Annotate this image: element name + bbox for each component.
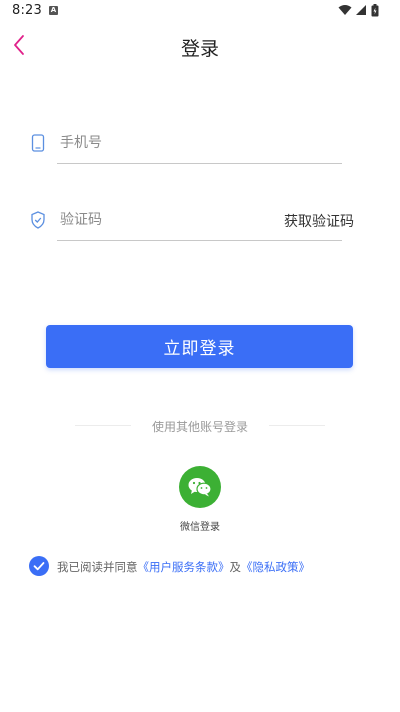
- page-title: 登录: [180, 38, 219, 60]
- other-login-label: 使用其他账号登录: [151, 420, 248, 434]
- agreement-prefix: 我已阅读并同意: [57, 560, 138, 574]
- phone-icon: [31, 134, 45, 152]
- phone-input[interactable]: [60, 130, 260, 156]
- agreement-conjunction: 及: [229, 560, 242, 574]
- divider-right: [269, 425, 325, 426]
- signal-icon: [356, 5, 366, 15]
- terms-link[interactable]: 《用户服务条款》: [138, 560, 230, 574]
- wechat-login-label: 微信登录: [180, 522, 220, 533]
- status-time: 8:23: [12, 3, 42, 18]
- login-button[interactable]: 立即登录: [46, 325, 353, 368]
- code-input[interactable]: [60, 207, 260, 233]
- wechat-login-button[interactable]: [179, 466, 221, 508]
- wifi-icon: [338, 5, 352, 15]
- shield-icon: [31, 211, 45, 229]
- status-icons: [338, 4, 386, 18]
- code-underline: [57, 240, 342, 241]
- checkmark-icon: [33, 562, 45, 571]
- code-field: 获取验证码: [30, 201, 354, 241]
- get-code-button[interactable]: 获取验证码: [284, 211, 354, 231]
- phone-field: [30, 124, 342, 164]
- phone-underline: [57, 163, 342, 164]
- wechat-icon: [188, 478, 212, 497]
- back-button[interactable]: [6, 30, 36, 60]
- battery-icon: [371, 4, 379, 17]
- status-bar: 8:23 A: [0, 0, 400, 22]
- agreement-row: 我已阅读并同意《用户服务条款》及《隐私政策》: [29, 556, 389, 576]
- notification-badge: A: [49, 6, 58, 15]
- nav-bar: 登录: [0, 22, 400, 70]
- agreement-text: 我已阅读并同意《用户服务条款》及《隐私政策》: [57, 559, 310, 575]
- chevron-left-icon: [14, 35, 24, 55]
- agreement-checkbox[interactable]: [29, 556, 49, 576]
- privacy-link[interactable]: 《隐私政策》: [241, 560, 310, 574]
